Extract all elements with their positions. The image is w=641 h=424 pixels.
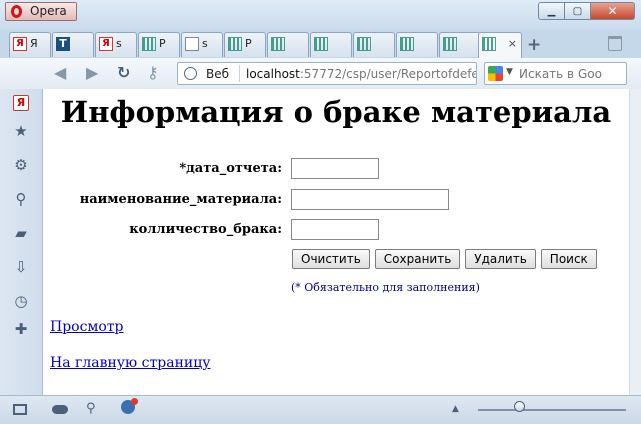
maximize-button[interactable]: ▢ (565, 2, 591, 20)
tab-2[interactable]: T (52, 32, 94, 57)
opera-logo-icon (11, 5, 22, 18)
tab-label: s (202, 37, 208, 50)
google-search-engine-icon[interactable] (488, 66, 503, 81)
vertical-scrollbar[interactable] (629, 89, 641, 395)
zoom-slider-track[interactable] (478, 409, 626, 411)
grid-page-icon (314, 37, 328, 51)
address-badge: Веб (206, 67, 230, 81)
grid-page-icon (400, 37, 414, 51)
download-icon[interactable]: ⇩ (13, 259, 29, 275)
tab-5[interactable]: s (181, 32, 223, 57)
tab-1[interactable]: Я Я (9, 32, 51, 57)
t-icon: T (56, 37, 70, 51)
defect-quantity-label: колличество_брака: (129, 222, 282, 237)
zoom-slider-handle[interactable] (514, 401, 525, 412)
address-separator (239, 65, 240, 82)
clock-icon[interactable]: ◷ (13, 293, 29, 309)
yandex-icon: Я (99, 37, 113, 51)
report-date-field[interactable] (291, 158, 379, 179)
defect-quantity-field[interactable] (291, 219, 379, 240)
panel-toggle-icon[interactable] (13, 404, 27, 415)
report-date-label: *дата_отчета: (179, 161, 282, 176)
tab-label: P (245, 37, 252, 50)
tab-3[interactable]: Я s (95, 32, 137, 57)
grid-page-icon (142, 37, 156, 51)
yandex-icon[interactable]: Я (13, 95, 29, 111)
window-controls: ▁ ▢ ✕ (538, 2, 635, 20)
grid-page-icon (482, 37, 496, 51)
address-bar[interactable]: Веб localhost:57772/csp/user/Reportofdef… (177, 62, 477, 85)
form-actions: Очистить Сохранить Удалить Поиск (292, 249, 597, 269)
star-icon[interactable]: ★ (13, 123, 29, 139)
gear-icon[interactable]: ⚙ (13, 157, 29, 173)
navigation-toolbar: ◀ ▶ ↻ ⚷ Веб localhost:57772/csp/user/Rep… (0, 58, 641, 90)
sidebar: Я ★ ⚙ ⚲ ▰ ⇩ ◷ ✚ (0, 89, 43, 395)
notification-badge-icon[interactable] (121, 398, 138, 414)
tab-9[interactable] (353, 32, 395, 57)
tab-bar: Я Я T Я s P s P × + (0, 30, 641, 58)
grid-page-icon (228, 37, 242, 51)
share-icon[interactable]: ⚲ (13, 191, 29, 207)
note-icon[interactable]: ▰ (13, 225, 29, 241)
url-text[interactable]: localhost:57772/csp/user/Reportofdefecti… (246, 67, 477, 81)
tab-6[interactable]: P (224, 32, 266, 57)
tab-4[interactable]: P (138, 32, 180, 57)
zoom-menu-chevron-icon[interactable]: ▲ (452, 404, 459, 414)
reload-button[interactable]: ↻ (117, 63, 130, 83)
cloud-icon[interactable] (52, 405, 68, 414)
opera-menu-label: Opera (30, 4, 67, 18)
globe-icon (184, 67, 197, 80)
share-icon[interactable]: ⚲ (86, 402, 96, 416)
tab-label: Я (30, 37, 38, 50)
wand-key-icon[interactable]: ⚷ (147, 63, 159, 83)
material-name-label: наименование_материала: (79, 192, 282, 207)
yandex-icon: Я (13, 37, 27, 51)
home-link[interactable]: На главную страницу (50, 355, 210, 371)
tab-11[interactable] (439, 32, 481, 57)
opera-menu-button[interactable]: Opera (5, 2, 77, 21)
chevron-down-icon[interactable]: ▼ (506, 67, 513, 77)
tab-active[interactable]: × (478, 32, 522, 58)
tab-7[interactable] (267, 32, 309, 57)
forward-button[interactable]: ▶ (86, 63, 98, 83)
tab-label: s (116, 37, 122, 50)
document-icon (185, 37, 199, 51)
tab-label: P (159, 37, 166, 50)
close-window-button[interactable]: ✕ (591, 2, 635, 20)
view-link[interactable]: Просмотр (50, 319, 123, 335)
tab-8[interactable] (310, 32, 352, 57)
required-fields-note: (* Обязательно для заполнения) (291, 281, 480, 294)
url-path: :57772/csp/user/Reportofdefective (299, 67, 477, 81)
grid-page-icon (443, 37, 457, 51)
search-bar[interactable]: ▼ (484, 62, 627, 85)
url-host: localhost (246, 67, 300, 81)
clear-button[interactable]: Очистить (292, 249, 370, 269)
material-name-field[interactable] (291, 189, 449, 210)
back-button[interactable]: ◀ (54, 63, 66, 83)
closed-tabs-trash-icon[interactable] (608, 36, 622, 51)
delete-button[interactable]: Удалить (465, 249, 536, 269)
title-bar: Opera ▁ ▢ ✕ (0, 0, 641, 30)
search-input[interactable] (519, 64, 623, 83)
close-tab-icon[interactable]: × (508, 37, 517, 50)
tab-10[interactable] (396, 32, 438, 57)
new-tab-button[interactable]: + (527, 35, 541, 55)
page-content: Информация о браке материала *дата_отчет… (43, 89, 629, 395)
plus-icon[interactable]: ✚ (13, 321, 29, 337)
notification-dot (131, 398, 138, 405)
search-button[interactable]: Поиск (540, 249, 597, 269)
page-title: Информация о браке материала (60, 95, 612, 129)
grid-page-icon (357, 37, 371, 51)
minimize-button[interactable]: ▁ (538, 2, 565, 20)
save-button[interactable]: Сохранить (374, 249, 461, 269)
status-bar: ⚲ ▲ (0, 395, 641, 424)
grid-page-icon (271, 37, 285, 51)
